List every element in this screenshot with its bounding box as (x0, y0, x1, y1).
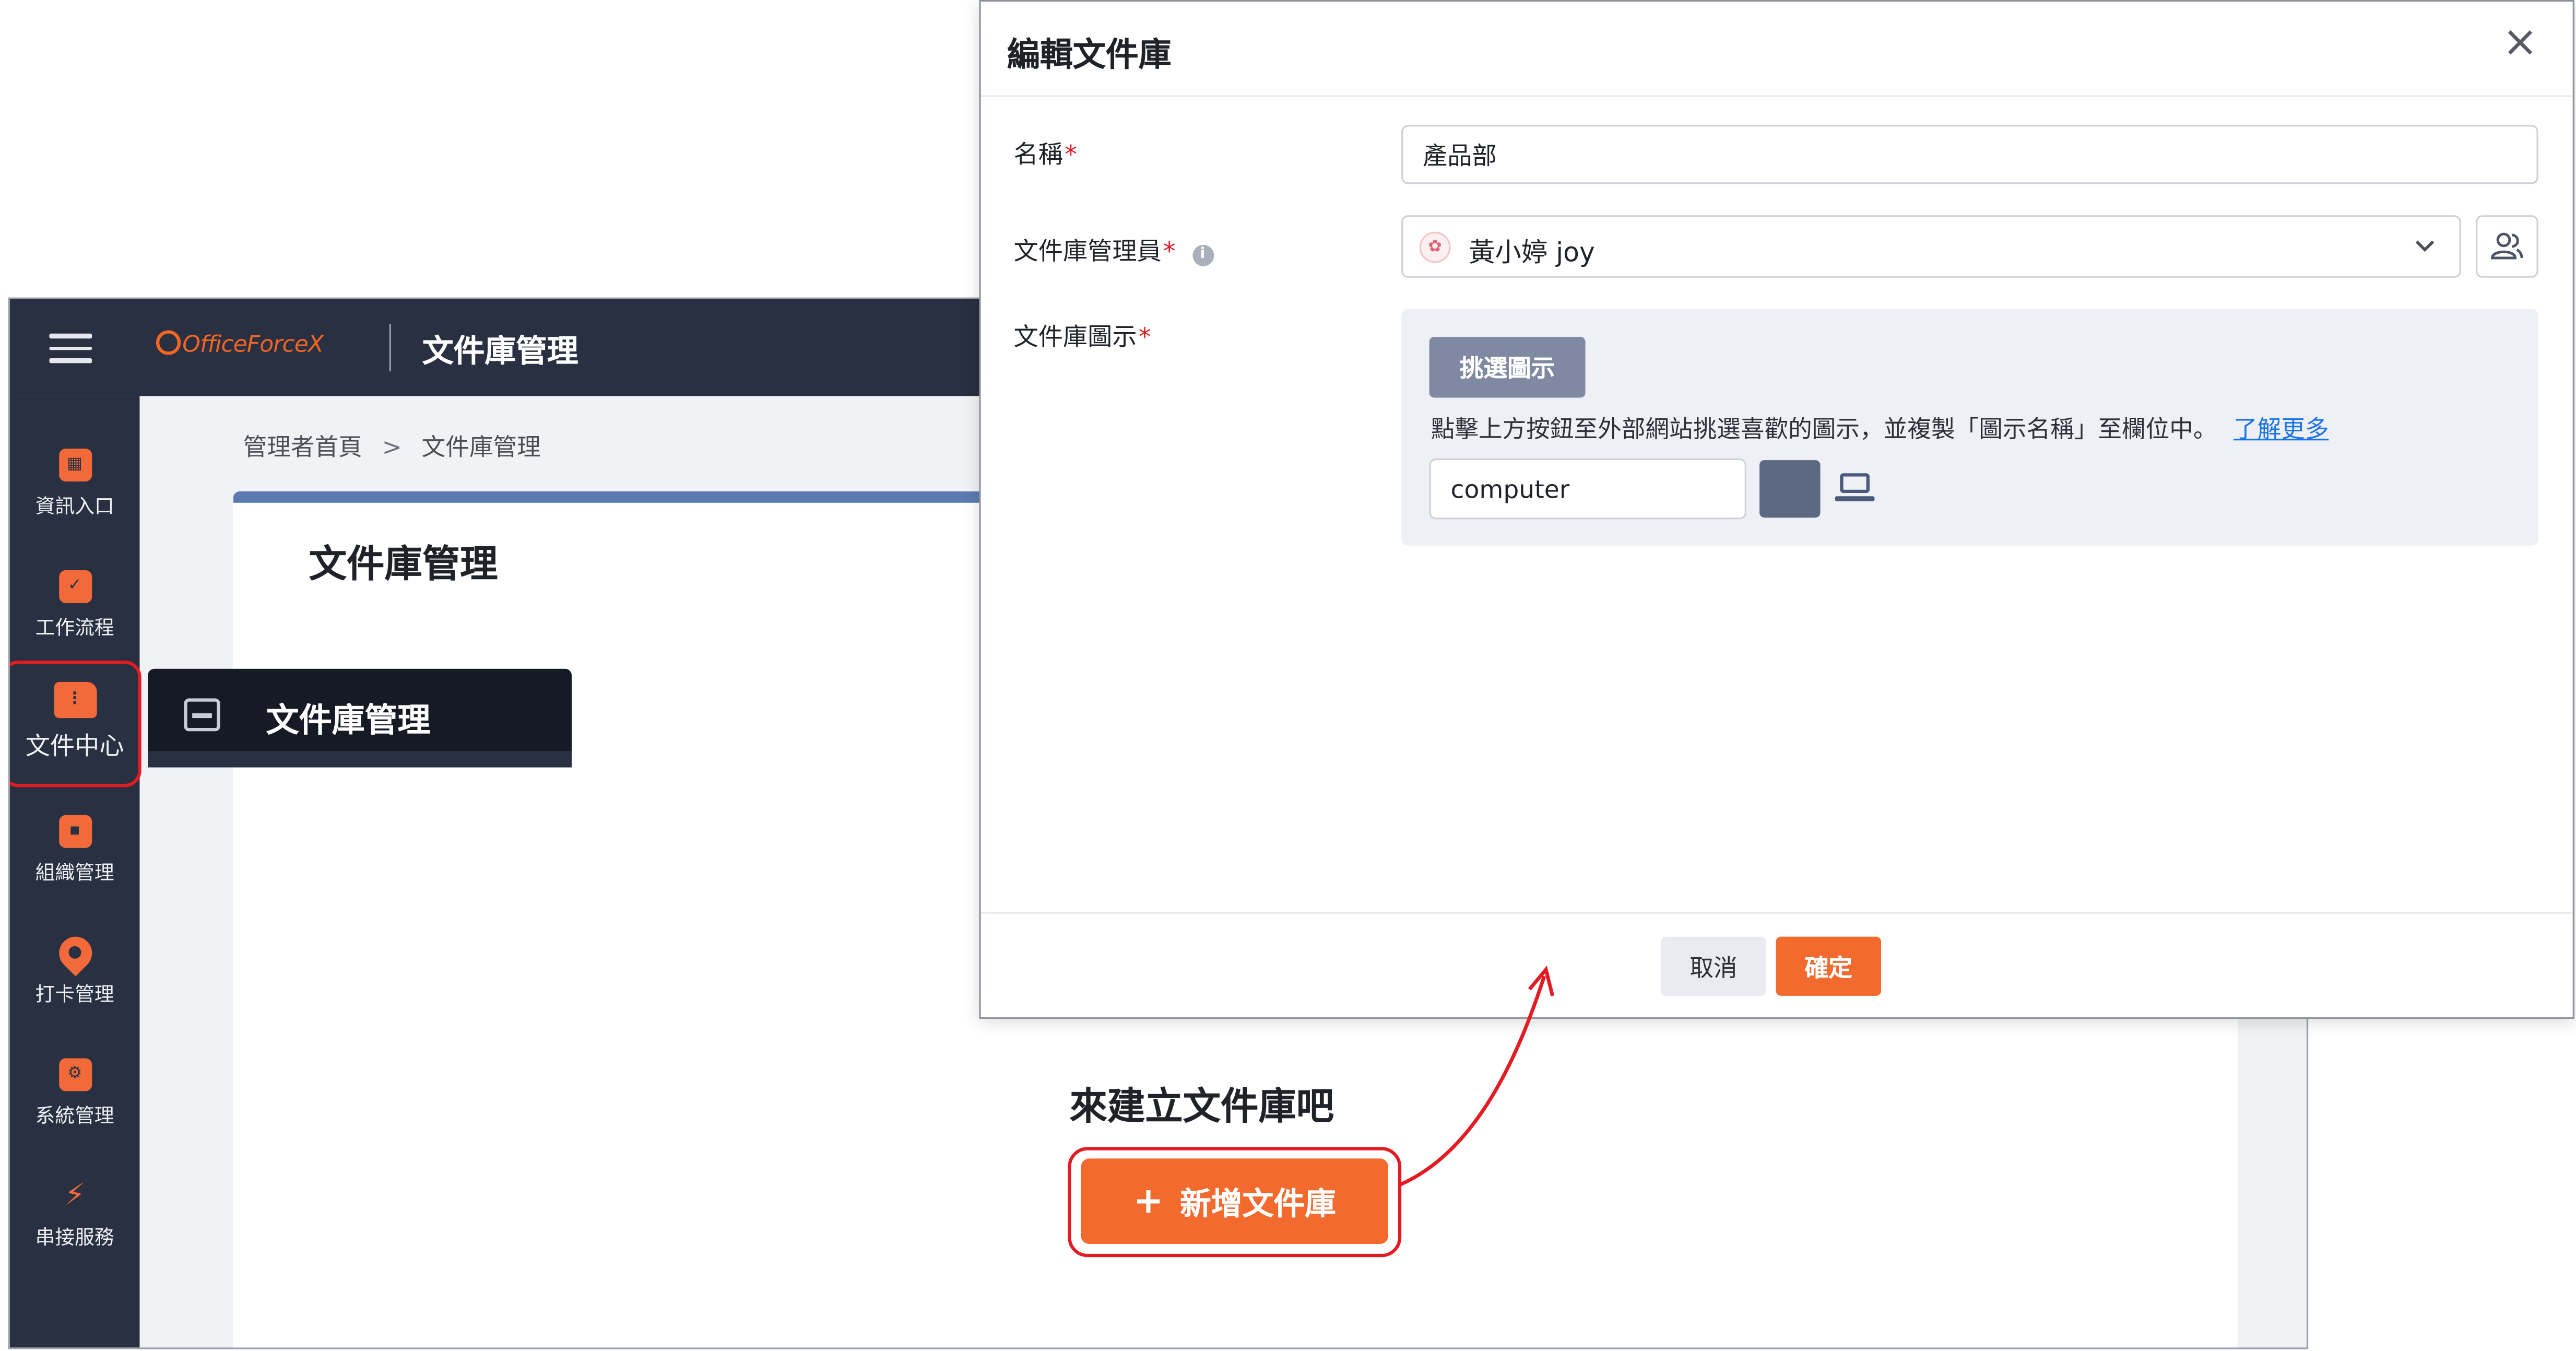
documents-highlight-ring (9, 660, 141, 788)
tutorial-screenshot: OfficeForceX 文件庫管理 ▦ 資訊入口 ✓ 工作流程 ⋮ 文件中心 … (0, 0, 2576, 1351)
sidebar-item-label: 串接服務 (35, 1226, 114, 1249)
edit-library-dialog: 編輯文件庫 × 名稱 * 產品部 文件庫管理員 * i ✿ 黃小婷 joy 文件庫圖示… (979, 0, 2574, 1019)
sidebar-item-clock-in[interactable]: ● 打卡管理 (10, 930, 140, 1007)
icon-hint: 點擊上方按鈕至外部網站挑選喜歡的圖示，並複製「圖示名稱」至欄位中。 了解更多 (1431, 411, 2329, 445)
learn-more-link[interactable]: 了解更多 (2234, 417, 2329, 443)
user-picker-button[interactable] (2476, 215, 2538, 278)
required-mark: * (1065, 139, 1077, 170)
sidebar-item-workflow[interactable]: ✓ 工作流程 (10, 570, 140, 641)
settings-monitor-icon: ⚙ (58, 1058, 91, 1091)
pick-icon-button[interactable]: 挑選圖示 (1429, 337, 1586, 398)
icon-label-text: 文件庫圖示 (1013, 322, 1137, 352)
hamburger-menu-icon[interactable] (49, 333, 92, 363)
admin-label-text: 文件庫管理員 (1013, 237, 1162, 266)
sidebar-item-portal[interactable]: ▦ 資訊入口 (10, 449, 140, 519)
sidebar-item-label: 組織管理 (35, 861, 114, 884)
sidebar-item-label: 工作流程 (35, 616, 114, 640)
breadcrumb-separator: > (382, 435, 402, 462)
sidebar-item-integration[interactable]: ⚡ 串接服務 (10, 1180, 140, 1250)
cancel-button[interactable]: 取消 (1661, 936, 1766, 996)
admin-select-value: 黃小婷 joy (1469, 237, 1595, 268)
sidebar-submenu[interactable]: 文件庫管理 (148, 668, 572, 768)
dashboard-icon: ▦ (58, 449, 91, 481)
clipboard-check-icon: ✓ (58, 570, 91, 603)
sidebar-item-system[interactable]: ⚙ 系統管理 (10, 1058, 140, 1129)
breadcrumb: 管理者首頁 > 文件庫管理 (243, 429, 541, 463)
submenu-bottom-band (148, 751, 572, 768)
name-input[interactable]: 產品部 (1401, 125, 2538, 184)
avatar: ✿ (1419, 231, 1451, 263)
plus-icon: + (1133, 1180, 1164, 1222)
sidebar-item-label: 打卡管理 (35, 982, 114, 1006)
chevron-down-icon (2414, 228, 2437, 271)
page-title: 文件庫管理 (309, 544, 498, 587)
admin-field-label: 文件庫管理員 * i (1014, 233, 1213, 268)
dialog-title: 編輯文件庫 (1007, 34, 1172, 74)
page-header-title: 文件庫管理 (422, 333, 578, 370)
sidebar-item-organization[interactable]: ▪ 組織管理 (10, 815, 140, 886)
icon-color-swatch[interactable] (1759, 460, 1821, 518)
laptop-icon (1835, 473, 1875, 503)
confirm-button[interactable]: 確定 (1776, 936, 1881, 996)
sidebar: ▦ 資訊入口 ✓ 工作流程 ⋮ 文件中心 ▪ 組織管理 ● 打卡管理 ⚙ 系統管… (9, 396, 140, 1348)
admin-select[interactable]: ✿ 黃小婷 joy (1401, 215, 2461, 278)
icon-settings-panel: 挑選圖示 點擊上方按鈕至外部網站挑選喜歡的圖示，並複製「圖示名稱」至欄位中。 了解… (1401, 309, 2538, 546)
name-field-label: 名稱 * (1014, 136, 1077, 171)
name-label-text: 名稱 (1013, 139, 1063, 170)
add-library-button[interactable]: + 新增文件庫 (1081, 1158, 1388, 1244)
required-mark: * (1138, 322, 1151, 352)
icon-hint-text: 點擊上方按鈕至外部網站挑選喜歡的圖示，並複製「圖示名稱」至欄位中。 (1431, 417, 2217, 444)
info-icon[interactable]: i (1191, 244, 1213, 266)
sidebar-item-label: 資訊入口 (35, 495, 114, 518)
dialog-footer-divider (980, 912, 2573, 914)
users-icon (2491, 232, 2523, 260)
icon-name-input[interactable]: computer (1429, 458, 1746, 520)
inbox-tray-icon (184, 698, 220, 732)
organization-icon: ▪ (58, 815, 91, 848)
breadcrumb-current: 文件庫管理 (421, 435, 541, 462)
plug-icon: ⚡ (64, 1178, 86, 1213)
icon-field-label: 文件庫圖示 * (1014, 319, 1151, 353)
breadcrumb-home[interactable]: 管理者首頁 (243, 436, 362, 462)
brand-logo[interactable]: OfficeForceX (156, 330, 324, 363)
empty-state-text: 來建立文件庫吧 (1069, 1086, 1334, 1129)
submenu-item-label: 文件庫管理 (266, 700, 431, 740)
add-library-button-label: 新增文件庫 (1179, 1185, 1336, 1222)
location-pin-icon: ● (51, 930, 98, 977)
brand-logo-text: OfficeForceX (182, 332, 324, 358)
header-divider (389, 323, 391, 372)
sidebar-item-label: 系統管理 (35, 1104, 114, 1127)
dialog-header-divider (980, 95, 2573, 97)
close-icon[interactable]: × (2499, 21, 2542, 64)
required-mark: * (1163, 237, 1176, 266)
